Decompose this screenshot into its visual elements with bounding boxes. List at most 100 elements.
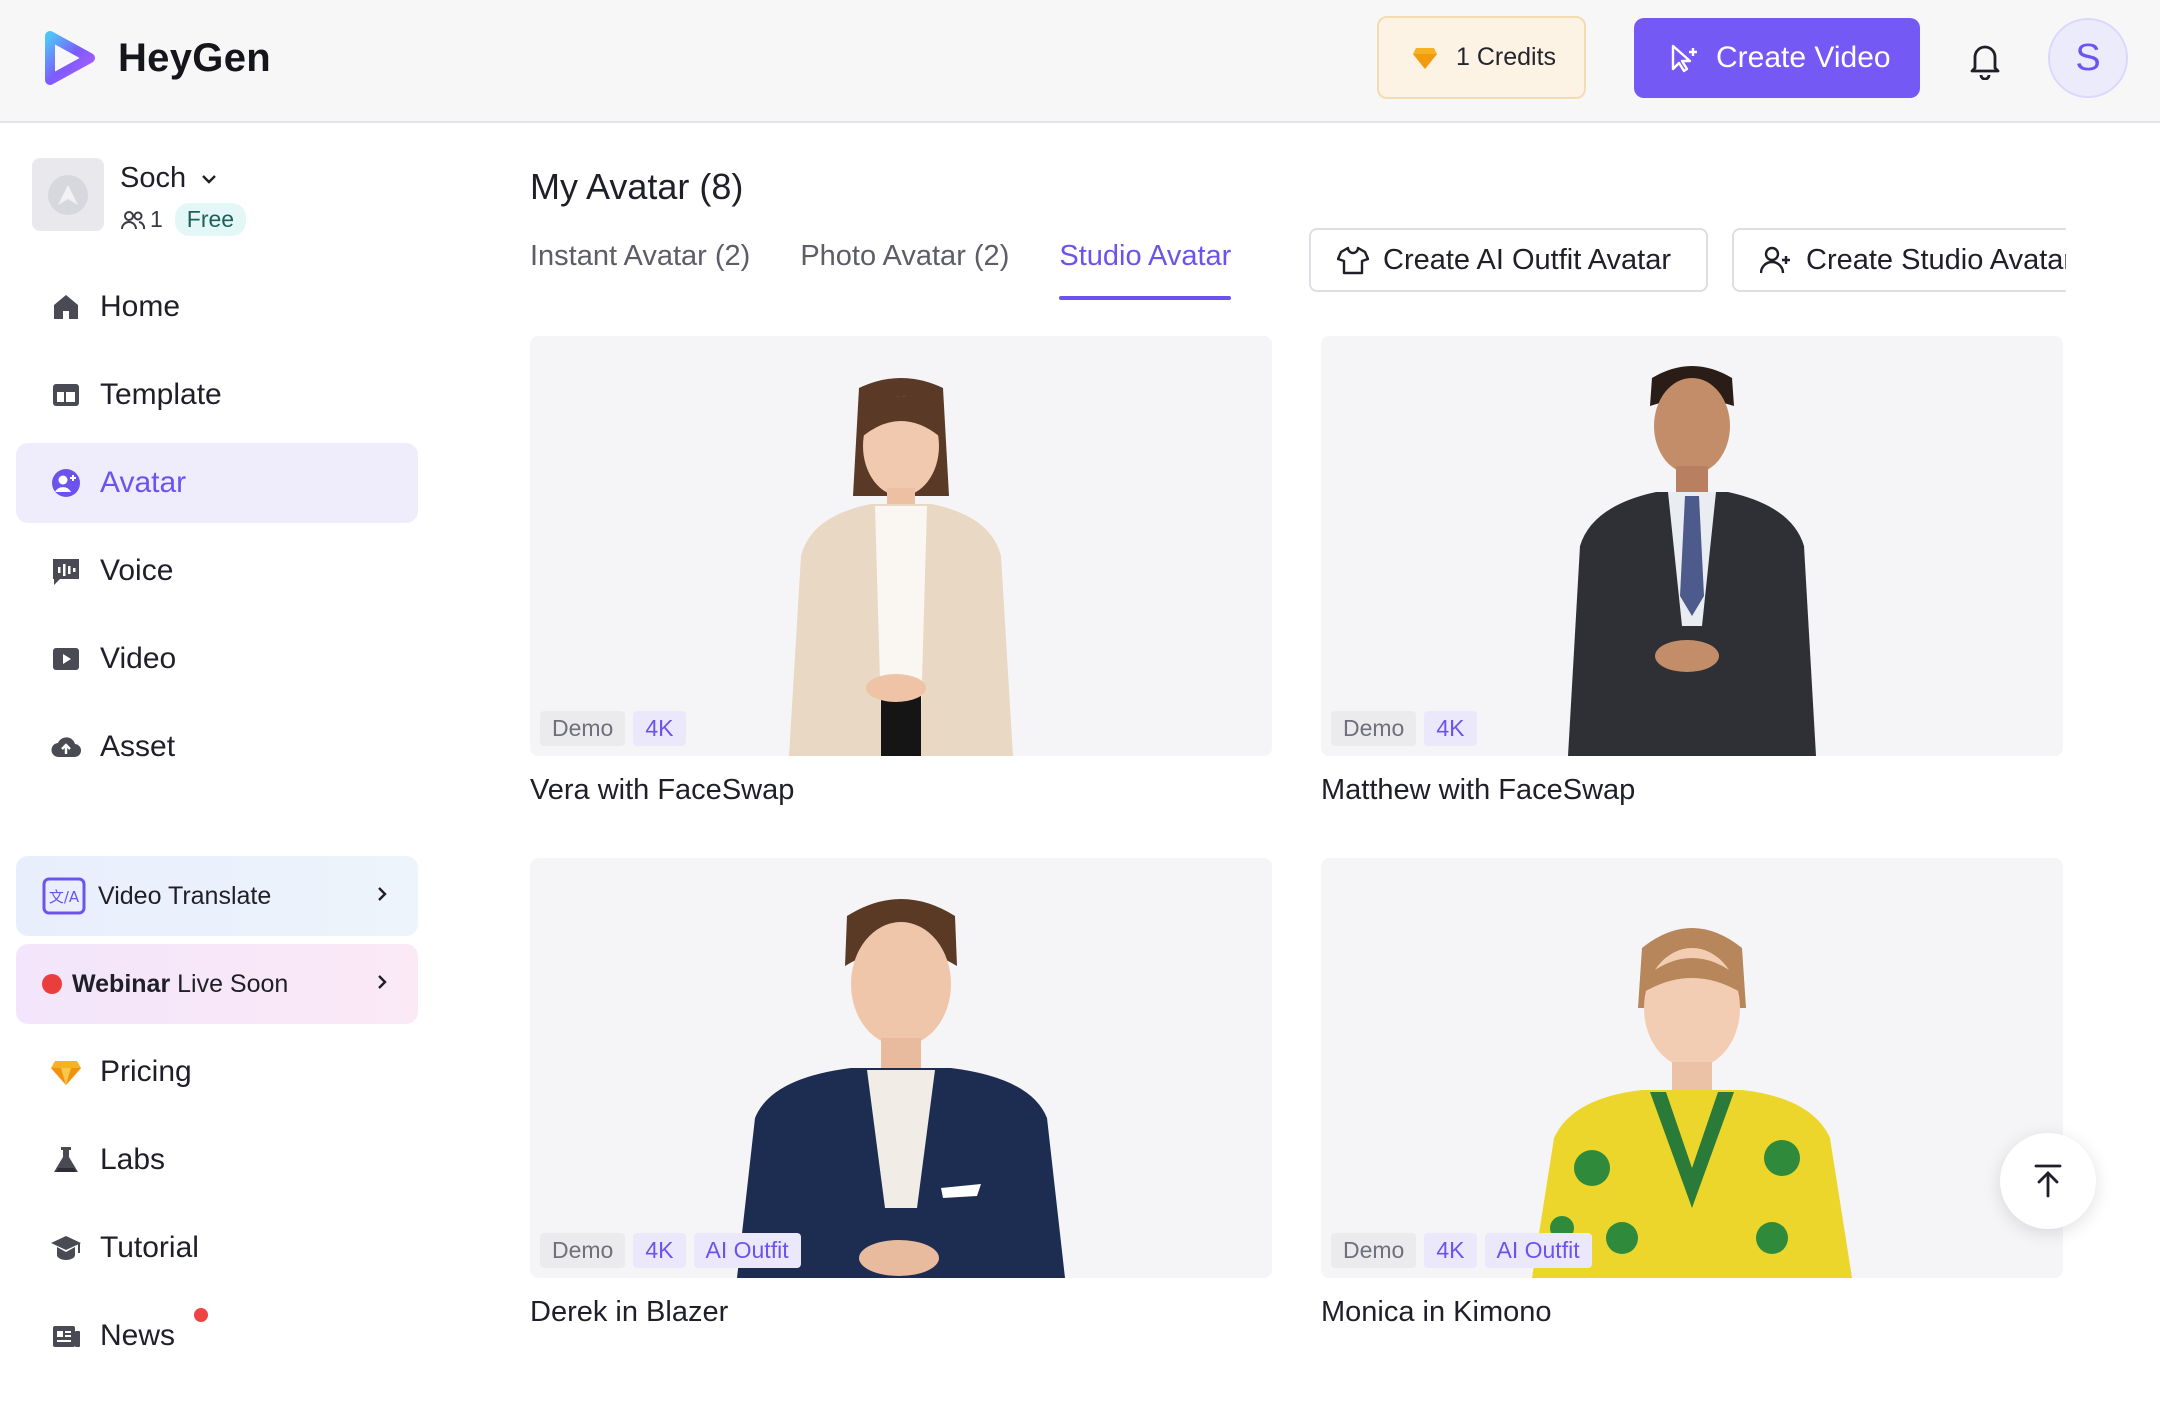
- create-studio-avatar-button[interactable]: Create Studio Avatar: [1732, 228, 2066, 292]
- chevron-right-icon: [378, 975, 387, 989]
- sidebar-item-label: News: [100, 1319, 176, 1352]
- sidebar-item-label: Home: [100, 290, 181, 323]
- tag-list: Demo 4K: [1331, 711, 1485, 746]
- sidebar-item-label: Labs: [100, 1143, 166, 1176]
- workspace-name: Soch: [120, 162, 187, 194]
- user-avatar[interactable]: S: [2048, 18, 2128, 98]
- sidebar-item-video[interactable]: Video: [16, 619, 418, 699]
- page-title: My Avatar (8): [530, 166, 744, 207]
- woman-avatar-image: [1532, 928, 1852, 1278]
- shirt-icon: [1337, 246, 1369, 275]
- notification-bell-icon[interactable]: [1967, 40, 2003, 81]
- avatar-thumbnail: Demo 4K: [530, 336, 1272, 756]
- newspaper-icon: [50, 1320, 82, 1352]
- user-initial: S: [2075, 36, 2101, 79]
- avatar-card-monica[interactable]: Demo 4K AI Outfit Monica in Kimono: [1321, 858, 2063, 1329]
- sidebar-item-news[interactable]: News: [16, 1296, 418, 1376]
- heygen-logo-icon: [45, 31, 95, 85]
- chevron-right-icon: [378, 887, 387, 901]
- sidebar-item-home[interactable]: Home: [16, 267, 418, 347]
- avatar-name: Vera with FaceSwap: [530, 774, 795, 806]
- add-user-icon: [1760, 246, 1790, 274]
- sidebar-item-label: Pricing: [100, 1055, 192, 1088]
- man-avatar-image: [737, 899, 1065, 1278]
- avatar-thumbnail: Demo 4K AI Outfit: [1321, 858, 2063, 1278]
- avatar-name: Matthew with FaceSwap: [1321, 774, 1636, 806]
- ai-outfit-tag: AI Outfit: [1484, 1233, 1592, 1268]
- 4k-tag: 4K: [1424, 1233, 1477, 1268]
- template-icon: [50, 379, 82, 411]
- create-video-label: Create Video: [1716, 41, 1891, 74]
- webinar-promo[interactable]: Webinar Live Soon: [16, 944, 418, 1024]
- create-ai-outfit-avatar-button[interactable]: Create AI Outfit Avatar: [1309, 228, 1708, 292]
- sidebar-item-label: Asset: [100, 730, 176, 763]
- sidebar-item-asset[interactable]: Asset: [16, 707, 418, 787]
- flask-icon: [50, 1144, 82, 1176]
- webinar-label: Webinar: [72, 969, 171, 998]
- app-name: HeyGen: [118, 35, 271, 80]
- woman-avatar-image: [789, 378, 1013, 756]
- create-ai-outfit-label: Create AI Outfit Avatar: [1383, 243, 1672, 276]
- avatar-card-vera[interactable]: Demo 4K Vera with FaceSwap: [530, 336, 1272, 807]
- sidebar-item-template[interactable]: Template: [16, 355, 418, 435]
- chevron-down-icon: [202, 174, 216, 184]
- sidebar: Soch 1 Free Home Template Avatar Voice V…: [0, 125, 440, 1408]
- cloud-upload-icon: [50, 731, 82, 763]
- diamond-icon: [50, 1056, 82, 1088]
- avatar-icon: [50, 467, 82, 499]
- rocket-icon: [48, 174, 88, 215]
- plan-badge: Free: [174, 203, 247, 236]
- workspace-switcher[interactable]: Soch 1 Free: [32, 158, 247, 236]
- video-translate-label: Video Translate: [98, 881, 272, 910]
- sidebar-item-label: Voice: [100, 554, 174, 587]
- avatar-card-derek[interactable]: Demo 4K AI Outfit Derek in Blazer: [530, 858, 1272, 1329]
- sidebar-item-pricing[interactable]: Pricing: [16, 1032, 418, 1112]
- tag-list: Demo 4K AI Outfit: [540, 1233, 809, 1268]
- video-icon: [50, 643, 82, 675]
- sidebar-item-avatar[interactable]: Avatar: [16, 443, 418, 523]
- tag-list: Demo 4K: [540, 711, 694, 746]
- sidebar-item-label: Template: [100, 378, 222, 411]
- top-header: HeyGen 1 Credits Create Video S: [0, 0, 2160, 123]
- tag-list: Demo 4K AI Outfit: [1331, 1233, 1600, 1268]
- create-video-button[interactable]: Create Video: [1634, 18, 1920, 98]
- avatar-name: Monica in Kimono: [1321, 1296, 1552, 1328]
- avatar-thumbnail: Demo 4K AI Outfit: [530, 858, 1272, 1278]
- 4k-tag: 4K: [633, 1233, 686, 1268]
- logo[interactable]: HeyGen: [40, 28, 271, 88]
- sidebar-item-label: Avatar: [100, 466, 187, 499]
- sidebar-item-tutorial[interactable]: Tutorial: [16, 1208, 418, 1288]
- tab-photo-avatar[interactable]: Photo Avatar (2): [800, 240, 1009, 300]
- workspace-avatar: [32, 158, 104, 231]
- home-icon: [50, 291, 82, 323]
- svg-text:文/A: 文/A: [49, 888, 80, 906]
- ai-outfit-tag: AI Outfit: [693, 1233, 801, 1268]
- members-icon: [121, 210, 146, 229]
- video-translate-promo[interactable]: 文/A Video Translate: [16, 856, 418, 936]
- sidebar-item-label: Tutorial: [100, 1231, 199, 1264]
- translate-icon: 文/A: [42, 877, 86, 915]
- credits-badge[interactable]: 1 Credits: [1377, 16, 1586, 99]
- diamond-icon: [1413, 47, 1437, 69]
- avatar-tabs: Instant Avatar (2) Photo Avatar (2) Stud…: [530, 240, 1281, 300]
- sidebar-item-label: Video: [100, 642, 177, 675]
- live-dot-icon: [42, 974, 62, 994]
- tab-instant-avatar[interactable]: Instant Avatar (2): [530, 240, 750, 300]
- cursor-plus-icon: [1671, 44, 1697, 73]
- demo-tag: Demo: [1331, 711, 1417, 746]
- member-count: 1: [150, 206, 163, 232]
- credits-label: 1 Credits: [1456, 43, 1557, 71]
- graduation-cap-icon: [50, 1232, 82, 1264]
- avatar-card-matthew[interactable]: Demo 4K Matthew with FaceSwap: [1321, 336, 2063, 807]
- demo-tag: Demo: [540, 1233, 626, 1268]
- avatar-name: Derek in Blazer: [530, 1296, 729, 1328]
- sidebar-item-labs[interactable]: Labs: [16, 1120, 418, 1200]
- news-unread-dot: [194, 1308, 208, 1322]
- 4k-tag: 4K: [633, 711, 686, 746]
- 4k-tag: 4K: [1424, 711, 1477, 746]
- tab-studio-avatar[interactable]: Studio Avatar: [1059, 240, 1231, 300]
- scroll-to-top-button[interactable]: [2000, 1133, 2096, 1229]
- voice-icon: [50, 555, 82, 587]
- sidebar-item-voice[interactable]: Voice: [16, 531, 418, 611]
- man-avatar-image: [1568, 366, 1816, 756]
